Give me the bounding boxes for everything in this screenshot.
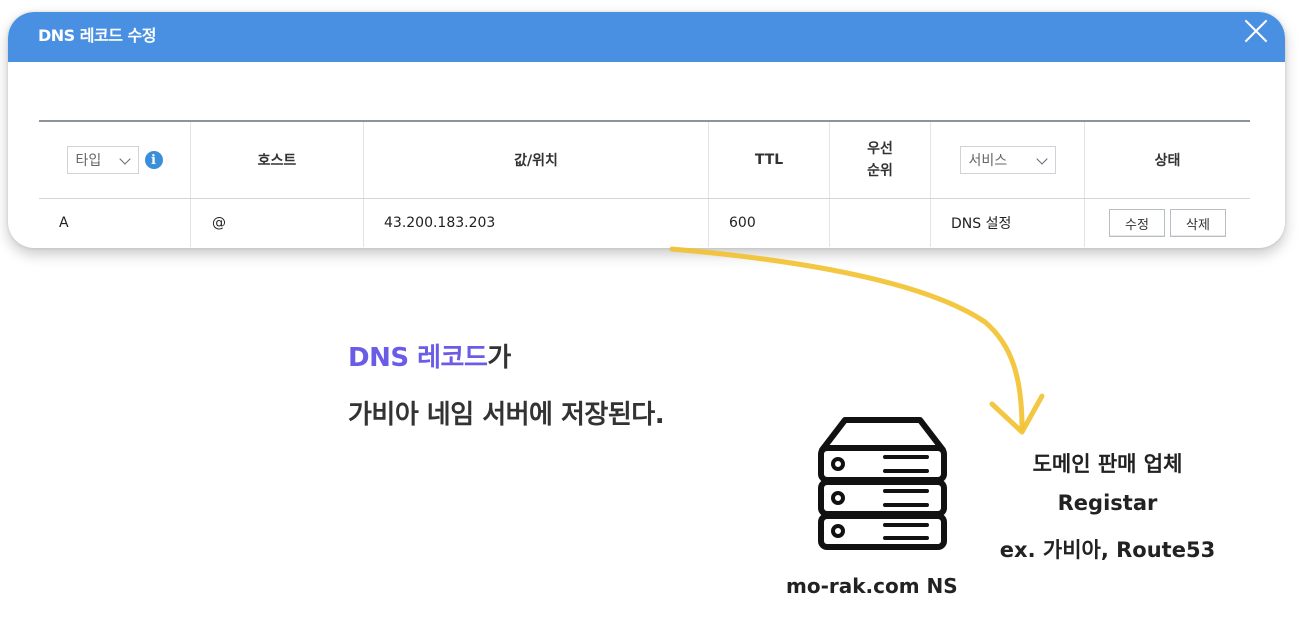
caption-line-1: DNS 레코드가 [348, 337, 511, 374]
server-icon [818, 417, 947, 550]
caption-line-1-rest: 가 [487, 343, 511, 373]
caption-highlight: DNS 레코드 [348, 343, 488, 373]
registrar-line-1: 도메인 판매 업체 [1032, 452, 1183, 476]
registrar-line-2: Registar [1057, 491, 1158, 515]
registrar-line-3: ex. 가비아, Route53 [999, 538, 1216, 562]
caption-line-2: 가비아 네임 서버에 저장된다. [348, 400, 665, 430]
server-label: mo-rak.com NS [786, 574, 958, 598]
